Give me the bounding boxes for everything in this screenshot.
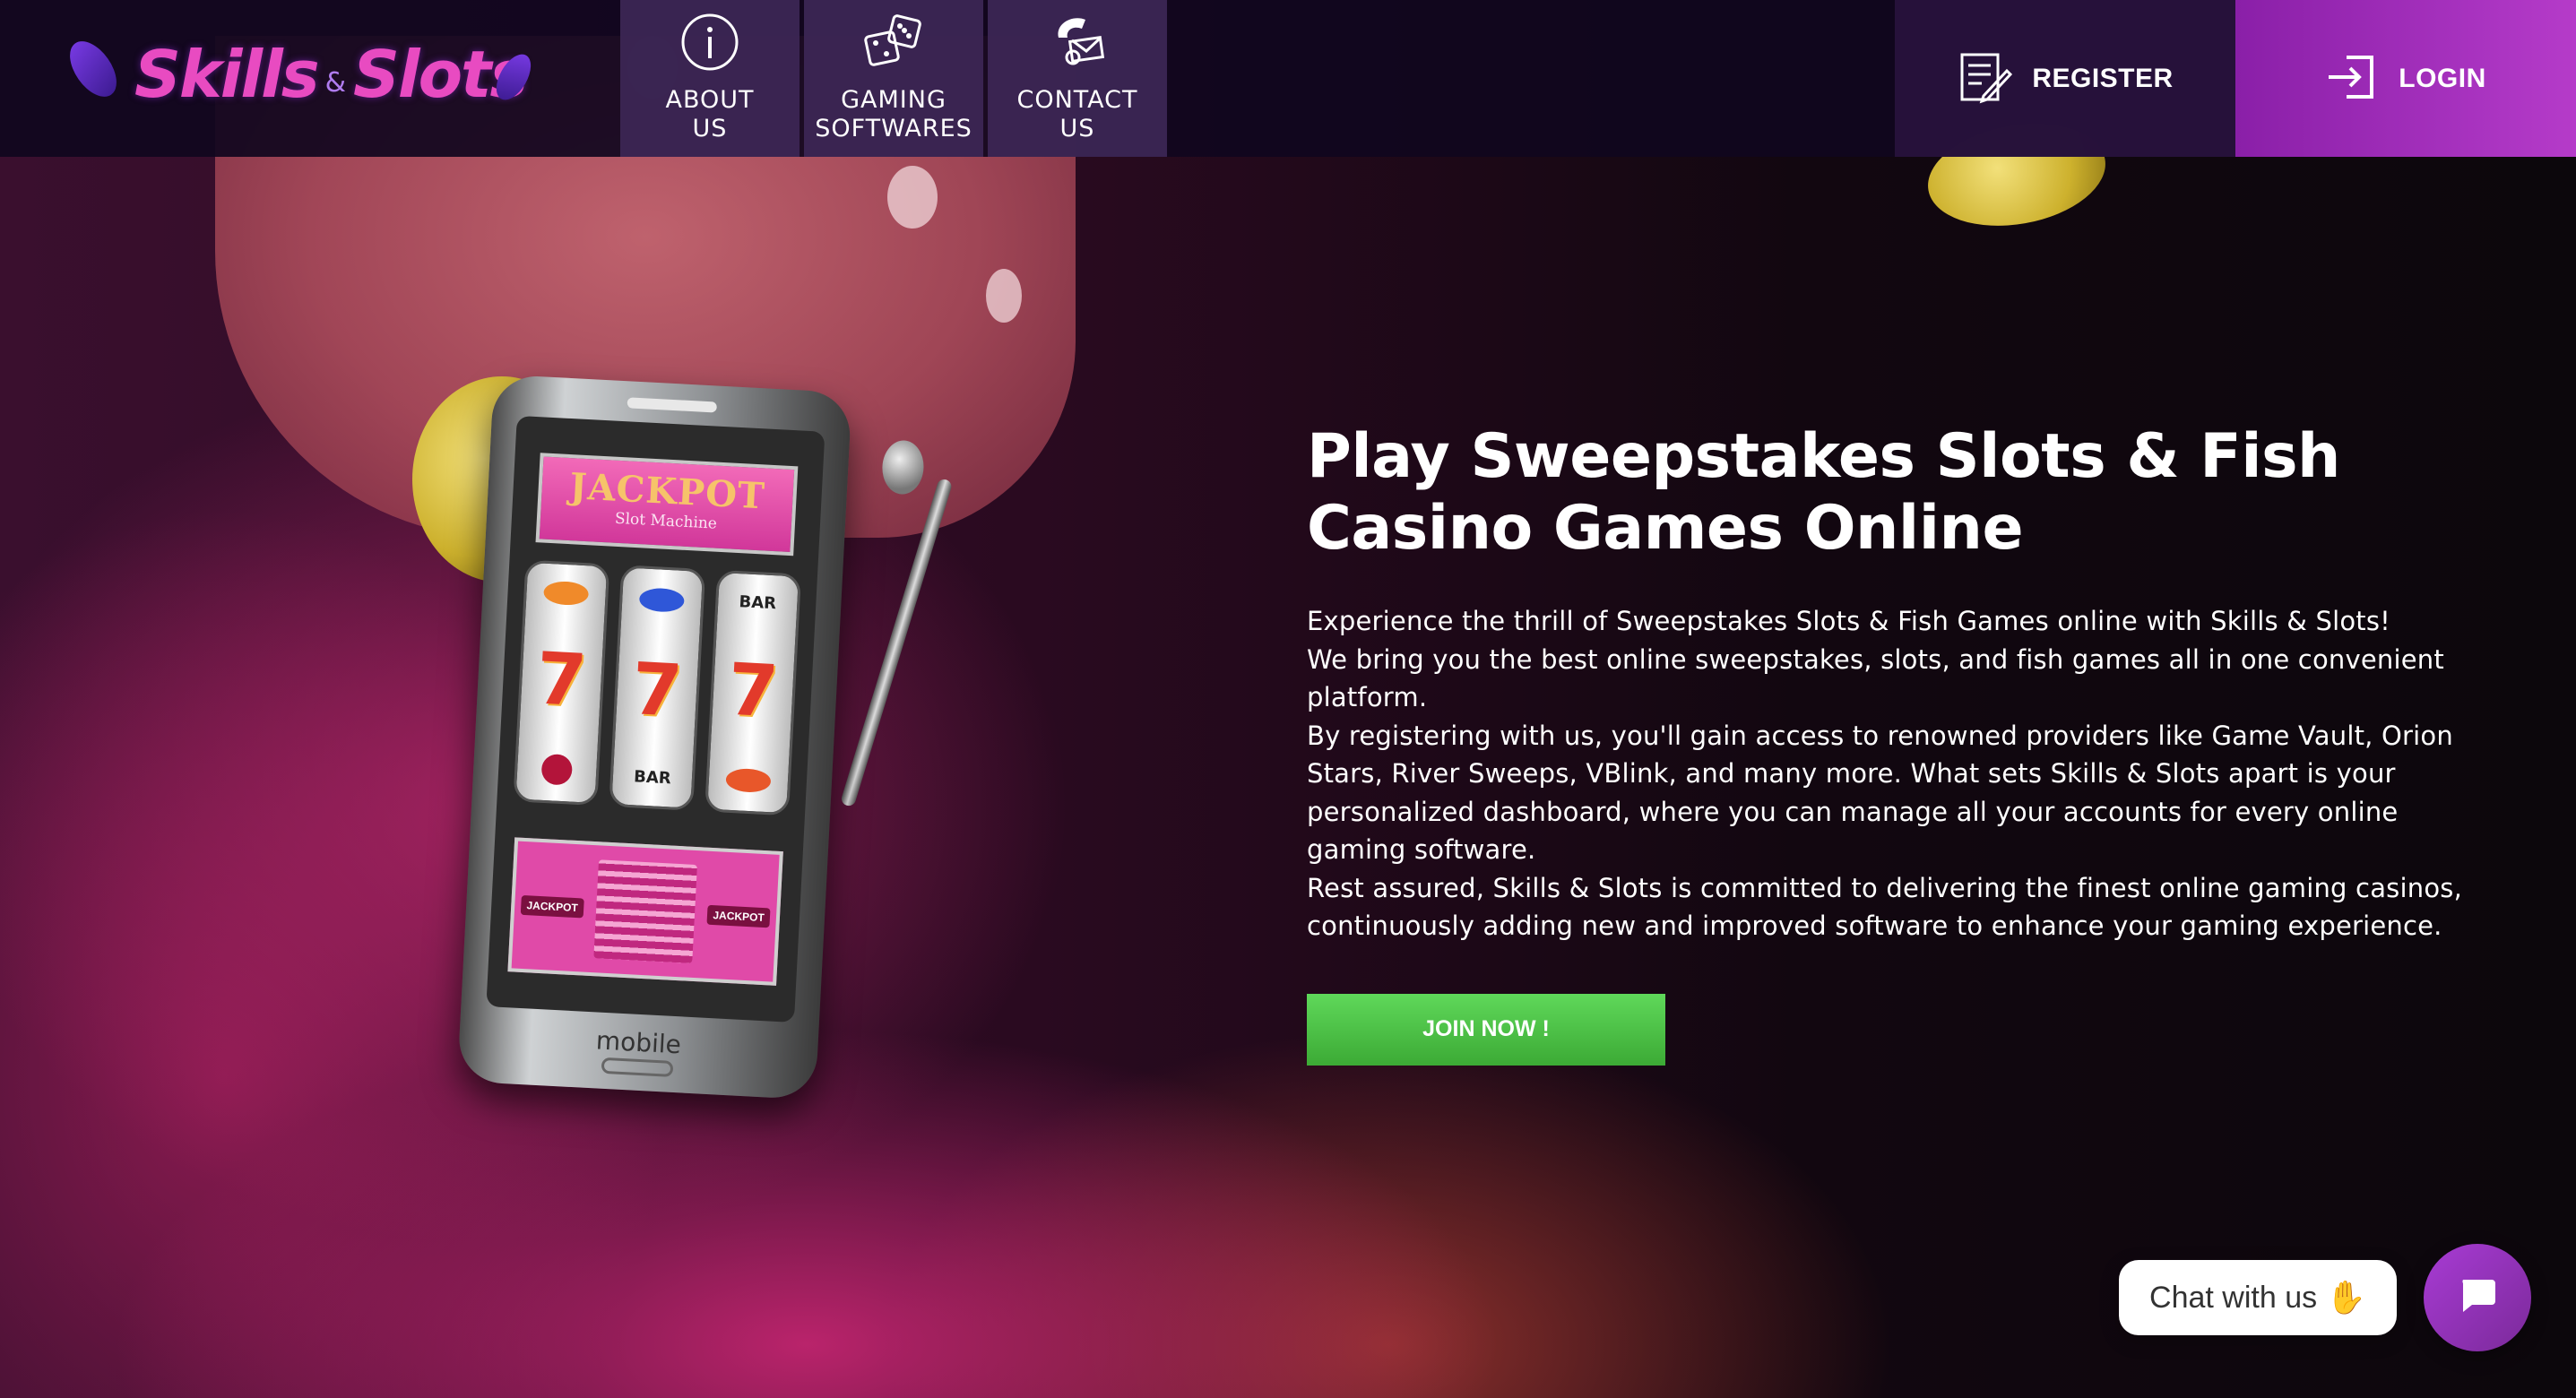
slot-lever xyxy=(839,477,954,808)
site-logo[interactable]: Skills & Slots xyxy=(60,25,545,124)
paytable-grid xyxy=(593,859,697,963)
nav-item-label: CONTACT US xyxy=(1016,86,1138,142)
slot-reel: BAR 7 xyxy=(705,569,802,816)
info-icon xyxy=(679,11,741,73)
slot-machine-phone-illustration: JACKPOT Slot Machine 7 7 BAR BAR 7 JACKP… xyxy=(447,374,954,1114)
reel-symbol-icon xyxy=(542,580,590,606)
phone-speaker xyxy=(627,397,717,413)
phone-screen: JACKPOT Slot Machine 7 7 BAR BAR 7 JACKP… xyxy=(486,415,826,1023)
reel-seven: 7 xyxy=(534,635,589,722)
login-icon xyxy=(2325,50,2379,108)
reel-bar: BAR xyxy=(633,767,672,789)
nav-item-label: GAMING SOFTWARES xyxy=(815,86,972,142)
register-button[interactable]: REGISTER xyxy=(1895,0,2235,157)
cherry-icon xyxy=(540,753,574,786)
waving-hand-icon: ✋ xyxy=(2326,1280,2366,1316)
nav-item-contact-us[interactable]: CONTACT US xyxy=(988,0,1167,157)
logo-text-left: Skills xyxy=(134,37,320,112)
reel-seven: 7 xyxy=(725,647,781,734)
hero-paragraph: We bring you the best online sweepstakes… xyxy=(1307,643,2444,713)
chat-launcher-button[interactable] xyxy=(2424,1244,2531,1351)
hero-section: Play Sweepstakes Slots & Fish Casino Gam… xyxy=(1307,421,2472,1066)
background-die-dot xyxy=(986,269,1022,323)
login-button[interactable]: LOGIN xyxy=(2235,0,2576,157)
slot-paytable: JACKPOT JACKPOT xyxy=(507,837,783,986)
slot-lever-knob xyxy=(880,439,925,496)
register-form-icon xyxy=(1957,49,2013,108)
phone-home-button xyxy=(601,1057,674,1077)
reel-bar: BAR xyxy=(739,591,777,613)
main-nav: ABOUT US GAMING SOFTWARES CONTACT US xyxy=(620,0,1171,157)
nav-item-about-us[interactable]: ABOUT US xyxy=(620,0,800,157)
register-button-label: REGISTER xyxy=(2032,63,2174,93)
dice-icon xyxy=(862,11,925,73)
reel-seven: 7 xyxy=(629,647,685,733)
slot-reels: 7 7 BAR BAR 7 xyxy=(513,559,802,816)
nav-item-gaming-softwares[interactable]: GAMING SOFTWARES xyxy=(804,0,983,157)
nav-item-label: ABOUT US xyxy=(665,86,755,142)
hero-paragraph: Rest assured, Skills & Slots is committe… xyxy=(1307,872,2462,942)
chat-bubble-icon xyxy=(2456,1274,2499,1321)
page: Skills & Slots ABOUT US GAMING SOFTWARES… xyxy=(0,0,2576,1398)
hero-description: Experience the thrill of Sweepstakes Slo… xyxy=(1307,602,2472,945)
reel-symbol-icon xyxy=(725,767,772,794)
logo-ampersand: & xyxy=(324,66,347,99)
background-die-dot xyxy=(887,166,938,229)
chat-prompt-text: Chat with us xyxy=(2149,1280,2318,1315)
paytable-badge: JACKPOT xyxy=(706,904,771,928)
login-button-label: LOGIN xyxy=(2399,63,2486,93)
chat-prompt-bubble[interactable]: Chat with us ✋ xyxy=(2119,1260,2397,1335)
join-now-button[interactable]: JOIN NOW ! xyxy=(1307,993,1665,1066)
reel-symbol-icon xyxy=(638,586,686,613)
jackpot-panel: JACKPOT Slot Machine xyxy=(535,453,799,557)
hero-title: Play Sweepstakes Slots & Fish Casino Gam… xyxy=(1307,421,2340,564)
hero-paragraph: Experience the thrill of Sweepstakes Slo… xyxy=(1307,606,2390,636)
paytable-badge: JACKPOT xyxy=(520,894,584,919)
slot-reel: 7 BAR xyxy=(609,565,706,811)
hero-paragraph: By registering with us, you'll gain acce… xyxy=(1307,720,2453,866)
phone-mail-icon xyxy=(1046,11,1109,73)
logo-leaf-icon xyxy=(60,32,126,106)
slot-reel: 7 xyxy=(513,559,610,807)
top-navbar: Skills & Slots ABOUT US GAMING SOFTWARES… xyxy=(0,0,2576,157)
phone-body: JACKPOT Slot Machine 7 7 BAR BAR 7 JACKP… xyxy=(456,374,852,1100)
